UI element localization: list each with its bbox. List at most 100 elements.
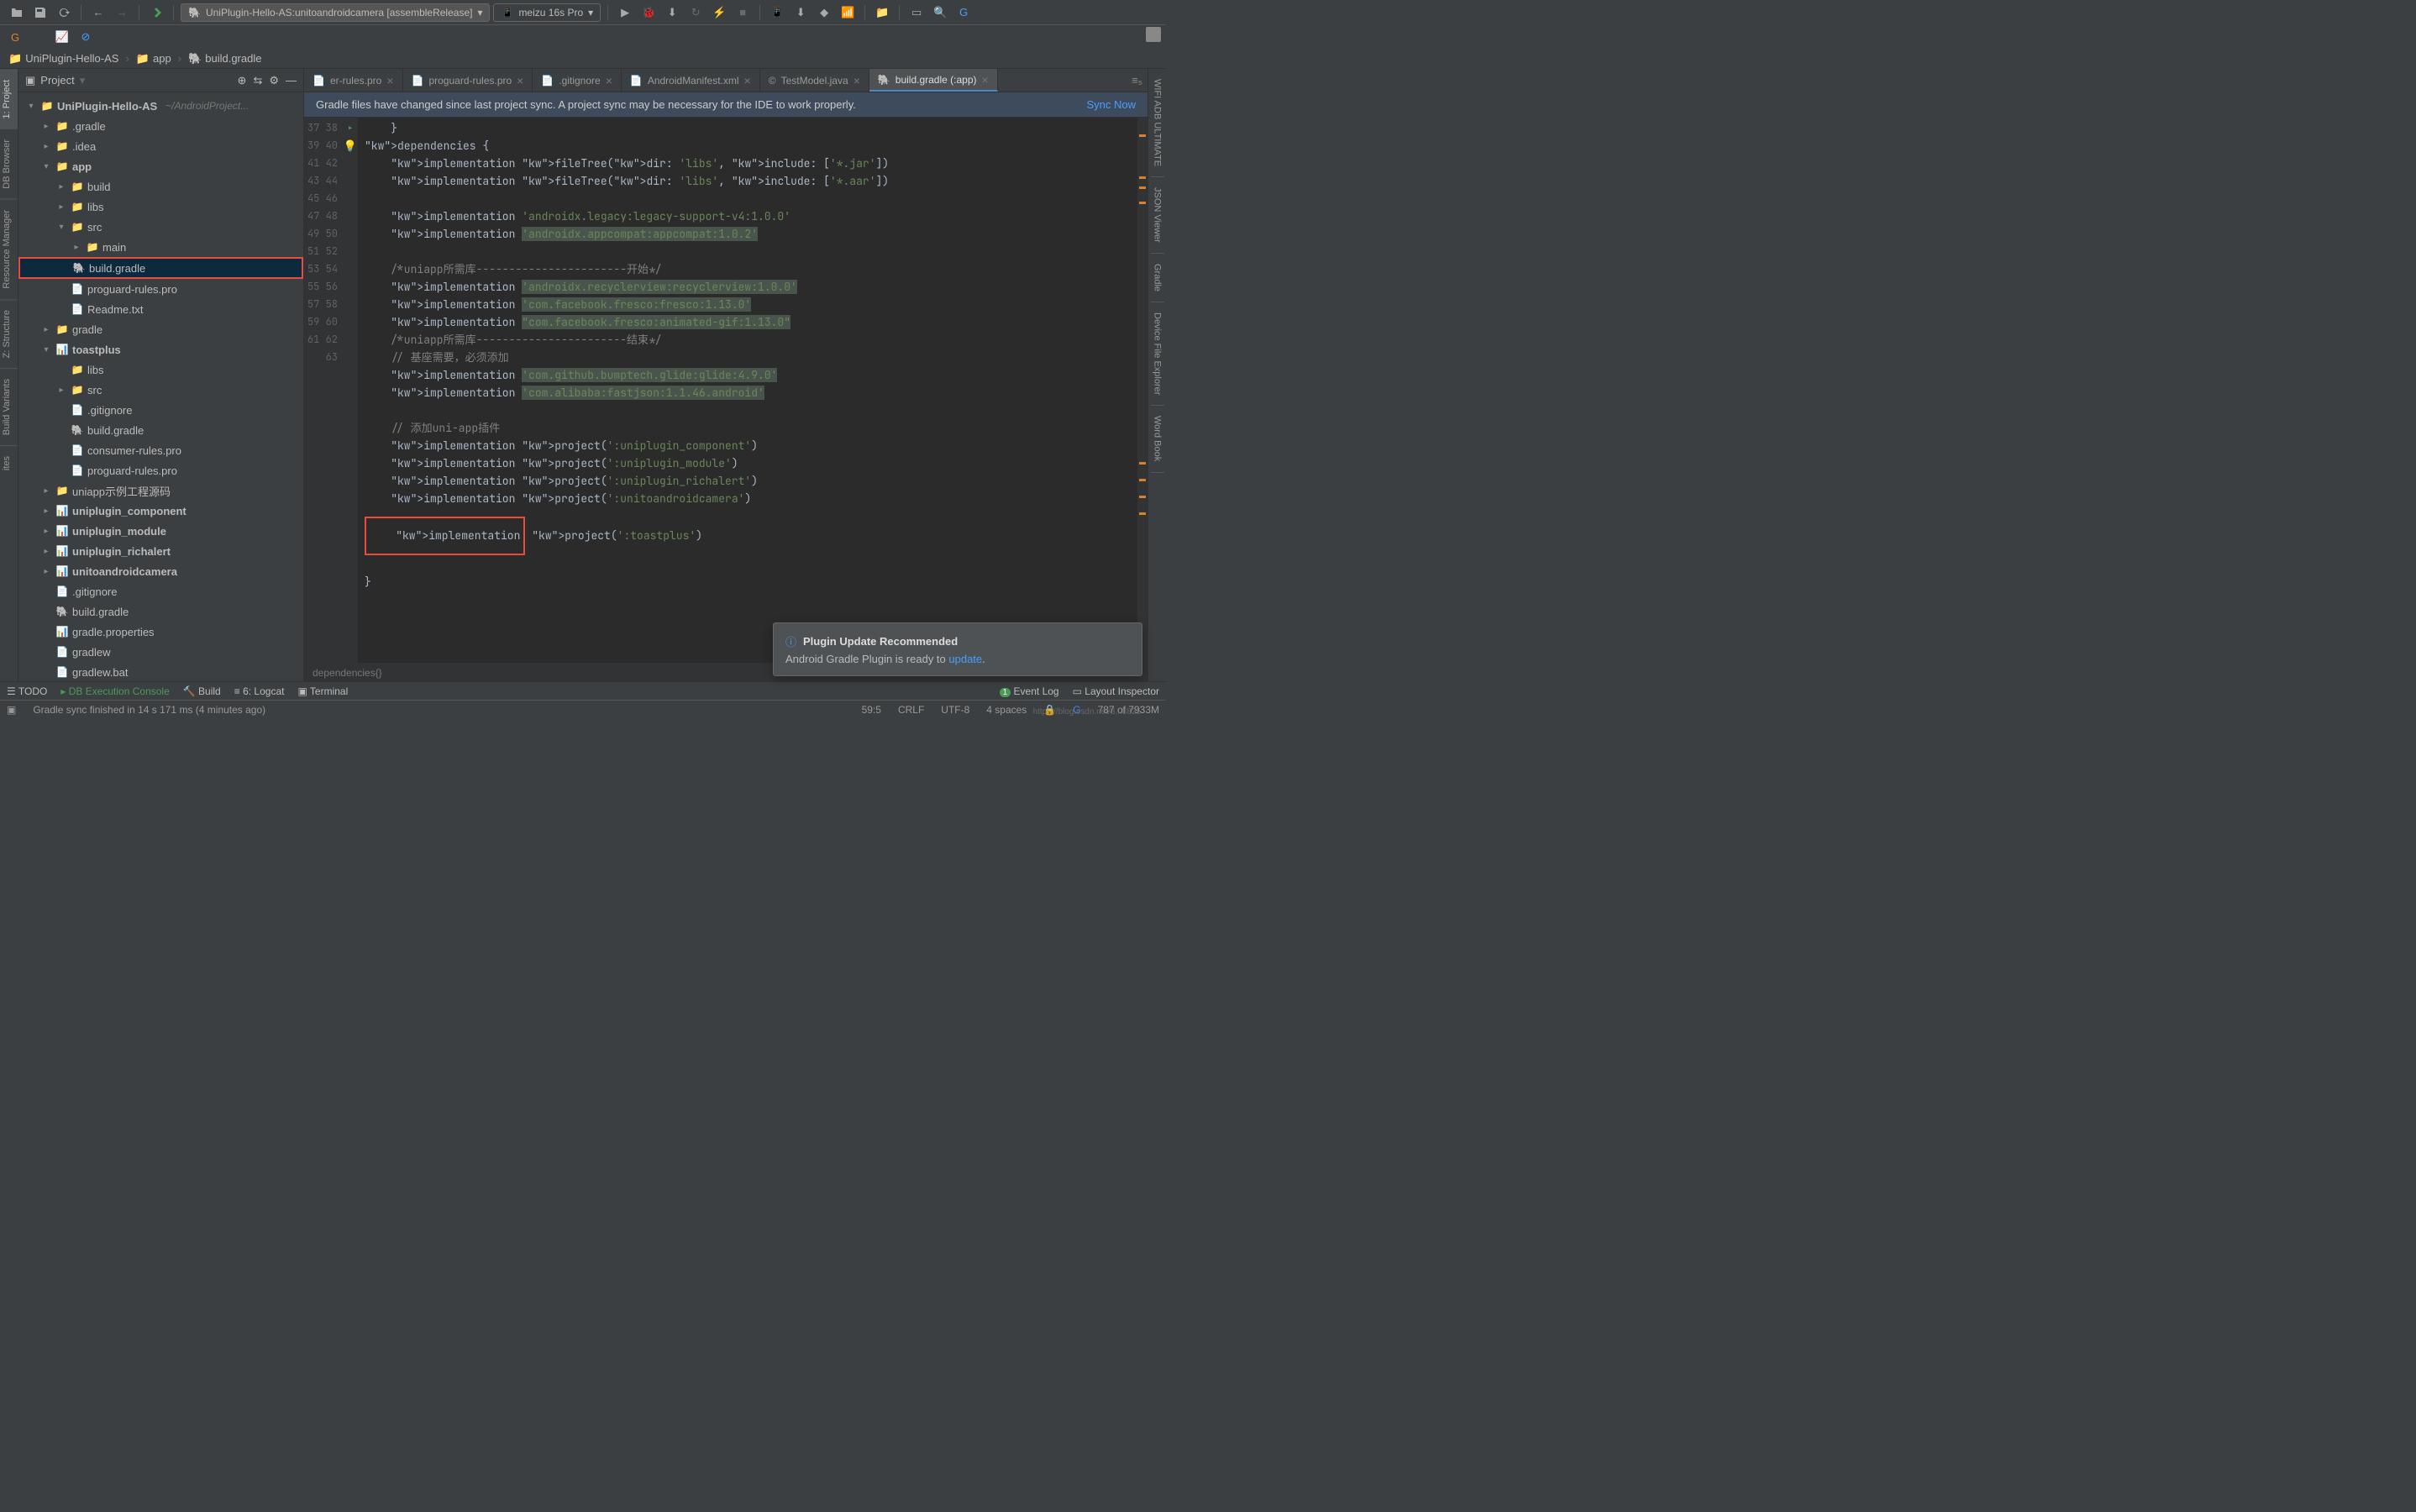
tree-node-libs[interactable]: 📁libs: [18, 197, 303, 217]
editor-tab-build.gradle (:app)[interactable]: 🐘build.gradle (:app)×: [869, 69, 998, 92]
forward-icon[interactable]: →: [112, 3, 132, 23]
status-icon[interactable]: ▣: [7, 704, 16, 716]
sync-icon[interactable]: [54, 3, 74, 23]
breadcrumb-app[interactable]: 📁 app: [136, 52, 171, 66]
close-icon[interactable]: ×: [517, 74, 523, 87]
tree-node-uniplugin_module[interactable]: 📊uniplugin_module: [18, 521, 303, 541]
tree-node-uniapp示例工程源码[interactable]: 📁uniapp示例工程源码: [18, 480, 303, 501]
chart-icon[interactable]: 📈: [54, 29, 71, 45]
tree-node-uniplugin_richalert[interactable]: 📊uniplugin_richalert: [18, 541, 303, 561]
editor-tab-TestModel.java[interactable]: ©TestModel.java×: [760, 69, 869, 92]
tab-logcat[interactable]: ≡ 6: Logcat: [234, 685, 285, 697]
sdk-icon[interactable]: ⬇: [790, 3, 811, 23]
tab-favorites[interactable]: ites: [0, 445, 18, 480]
coverage-icon[interactable]: ⬇: [662, 3, 682, 23]
breadcrumb-root[interactable]: 📁 UniPlugin-Hello-AS: [8, 52, 118, 66]
tree-node-Readme.txt[interactable]: 📄Readme.txt: [18, 299, 303, 319]
code-body[interactable]: } "kw">dependencies { "kw">implementatio…: [358, 118, 1148, 663]
profile-icon[interactable]: ↻: [685, 3, 706, 23]
tree-node-gradlew[interactable]: 📄gradlew: [18, 642, 303, 662]
resource-icon[interactable]: ◆: [814, 3, 834, 23]
scrollbar-strip[interactable]: [1137, 118, 1148, 663]
tree-node-unitoandroidcamera[interactable]: 📊unitoandroidcamera: [18, 561, 303, 581]
editor-tab-AndroidManifest.xml[interactable]: 📄AndroidManifest.xml×: [622, 69, 760, 92]
editor-tab-er-rules.pro[interactable]: 📄er-rules.pro×: [304, 69, 403, 92]
tab-wifi-adb[interactable]: WIFI ADB ULTIMATE: [1151, 69, 1164, 177]
search-icon[interactable]: 🔍: [930, 3, 950, 23]
save-icon[interactable]: [30, 3, 50, 23]
tree-node-build.gradle[interactable]: 🐘build.gradle: [18, 601, 303, 622]
tree-node-consumer-rules.pro[interactable]: 📄consumer-rules.pro: [18, 440, 303, 460]
editor-tab-proguard-rules.pro[interactable]: 📄proguard-rules.pro×: [403, 69, 533, 92]
avatar[interactable]: [1146, 27, 1161, 42]
cursor-position[interactable]: 59:5: [862, 704, 881, 716]
tree-node-gradle.properties[interactable]: 📊gradle.properties: [18, 622, 303, 642]
tab-layout-inspector[interactable]: ▭ Layout Inspector: [1073, 685, 1159, 697]
app-icon[interactable]: G: [7, 29, 24, 45]
tree-node-proguard-rules.pro[interactable]: 📄proguard-rules.pro: [18, 460, 303, 480]
tree-node-build.gradle[interactable]: 🐘build.gradle: [18, 257, 303, 279]
encoding[interactable]: UTF-8: [941, 704, 969, 716]
tab-project[interactable]: 1: Project: [0, 69, 18, 129]
open-icon[interactable]: [7, 3, 27, 23]
tab-event-log[interactable]: 1 Event Log: [1000, 685, 1059, 697]
stop-icon[interactable]: ■: [733, 3, 753, 23]
tab-build-variants[interactable]: Build Variants: [0, 368, 18, 445]
target-icon[interactable]: ⊕: [238, 74, 247, 87]
translate-icon[interactable]: G: [953, 3, 974, 23]
layout-icon[interactable]: ▭: [906, 3, 927, 23]
block-icon[interactable]: ⊘: [77, 29, 94, 45]
run-icon[interactable]: ▶: [615, 3, 635, 23]
tree-node-build.gradle[interactable]: 🐘build.gradle: [18, 420, 303, 440]
close-icon[interactable]: ×: [744, 74, 751, 87]
update-link[interactable]: update: [948, 653, 982, 665]
line-separator[interactable]: CRLF: [898, 704, 924, 716]
tab-resource-manager[interactable]: Resource Manager: [0, 199, 18, 299]
tab-json-viewer[interactable]: JSON Viewer: [1151, 177, 1164, 254]
avd-icon[interactable]: 📱: [767, 3, 787, 23]
tree-node-proguard-rules.pro[interactable]: 📄proguard-rules.pro: [18, 279, 303, 299]
collapse-icon[interactable]: ⇆: [253, 74, 262, 87]
tab-db-browser[interactable]: DB Browser: [0, 129, 18, 199]
tab-gradle[interactable]: Gradle: [1151, 254, 1164, 302]
run-config-dropdown[interactable]: 🐘 UniPlugin-Hello-AS:unitoandroidcamera …: [181, 3, 490, 22]
code-area[interactable]: 37 38 39 40 41 42 43 44 45 46 47 48 49 5…: [304, 118, 1148, 663]
hide-icon[interactable]: —: [286, 74, 297, 87]
tree-node-.idea[interactable]: 📁.idea: [18, 136, 303, 156]
attach-icon[interactable]: ⚡: [709, 3, 729, 23]
tree-node-gradlew.bat[interactable]: 📄gradlew.bat: [18, 662, 303, 681]
tree-node-.gitignore[interactable]: 📄.gitignore: [18, 400, 303, 420]
back-icon[interactable]: ←: [88, 3, 108, 23]
gear-icon[interactable]: ⚙: [269, 74, 279, 87]
tree-node-libs[interactable]: 📁libs: [18, 360, 303, 380]
close-icon[interactable]: ×: [386, 74, 393, 87]
wifi-icon[interactable]: 📶: [838, 3, 858, 23]
editor-tab-.gitignore[interactable]: 📄.gitignore×: [533, 69, 622, 92]
tab-structure[interactable]: Z: Structure: [0, 299, 18, 368]
tree-node-build[interactable]: 📁build: [18, 176, 303, 197]
tab-build[interactable]: 🔨 Build: [183, 685, 221, 697]
tree-node-toastplus[interactable]: 📊toastplus: [18, 339, 303, 360]
tree-node-src[interactable]: 📁src: [18, 217, 303, 237]
debug-icon[interactable]: 🐞: [638, 3, 659, 23]
tree-node-app[interactable]: 📁app: [18, 156, 303, 176]
tab-todo[interactable]: ☰ TODO: [7, 685, 47, 697]
tree-node-.gradle[interactable]: 📁.gradle: [18, 116, 303, 136]
indent[interactable]: 4 spaces: [986, 704, 1027, 716]
tree-root[interactable]: 📁 UniPlugin-Hello-AS ~/AndroidProject...: [18, 96, 303, 116]
tab-terminal[interactable]: ▣ Terminal: [297, 685, 348, 697]
breadcrumb-leaf[interactable]: 🐘 build.gradle: [188, 52, 261, 66]
tab-db-console[interactable]: ▸ DB Execution Console: [60, 685, 169, 697]
device-dropdown[interactable]: 📱 meizu 16s Pro ▾: [493, 3, 601, 22]
tree-node-uniplugin_component[interactable]: 📊uniplugin_component: [18, 501, 303, 521]
tab-word-book[interactable]: Word Book: [1151, 406, 1164, 472]
tree-node-.gitignore[interactable]: 📄.gitignore: [18, 581, 303, 601]
make-icon[interactable]: [146, 3, 166, 23]
tree-node-gradle[interactable]: 📁gradle: [18, 319, 303, 339]
tree-node-main[interactable]: 📁main: [18, 237, 303, 257]
close-icon[interactable]: ×: [982, 73, 989, 87]
project-structure-icon[interactable]: 📁: [872, 3, 892, 23]
tree-node-src[interactable]: 📁src: [18, 380, 303, 400]
project-tree[interactable]: 📁 UniPlugin-Hello-AS ~/AndroidProject...…: [18, 92, 303, 681]
tab-device-explorer[interactable]: Device File Explorer: [1151, 302, 1164, 406]
